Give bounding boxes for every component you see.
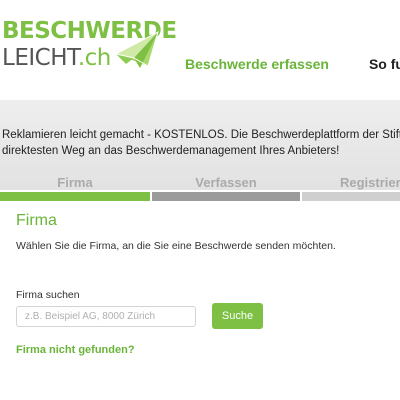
search-button[interactable]: Suche — [212, 303, 263, 329]
logo-text-tld: .ch — [77, 45, 112, 71]
paper-plane-icon — [115, 31, 159, 68]
main-nav: Beschwerde erfassen So fun — [185, 56, 400, 72]
step-bar — [152, 192, 300, 201]
site-header: BESCHWERDE LEICHT.ch Beschwerde erfassen… — [0, 0, 400, 100]
nav-item-beschwerde-erfassen[interactable]: Beschwerde erfassen — [185, 56, 329, 72]
step-bar — [302, 192, 400, 201]
progress-steps: Firma Verfassen Registriere — [0, 172, 400, 202]
intro-text: Reklamieren leicht gemacht - KOSTENLOS. … — [2, 127, 400, 159]
section-title: Firma — [16, 212, 57, 229]
step-label: Verfassen — [195, 175, 257, 190]
company-not-found-link[interactable]: Firma nicht gefunden? — [16, 344, 135, 356]
intro-line-2: direktesten Weg an das Beschwerdemanagem… — [2, 145, 340, 157]
step-label: Registriere — [340, 175, 400, 190]
step-verfassen: Verfassen — [152, 172, 300, 202]
company-search-input[interactable] — [16, 306, 196, 327]
company-form: Firma Wählen Sie die Firma, an die Sie e… — [0, 202, 400, 400]
nav-item-so-funktionierts[interactable]: So fun — [369, 56, 400, 72]
intro-line-1: Reklamieren leicht gemacht - KOSTENLOS. … — [2, 129, 400, 141]
step-label: Firma — [57, 175, 93, 190]
logo-text-line2: LEICHT.ch — [2, 45, 111, 71]
step-firma: Firma — [0, 172, 150, 202]
section-description: Wählen Sie die Firma, an die Sie eine Be… — [16, 240, 336, 252]
search-label: Firma suchen — [16, 289, 80, 301]
step-bar — [0, 192, 150, 201]
site-logo[interactable]: BESCHWERDE LEICHT.ch — [2, 18, 177, 78]
step-registrieren: Registriere — [302, 172, 400, 202]
logo-text-main: LEICHT — [2, 45, 78, 71]
